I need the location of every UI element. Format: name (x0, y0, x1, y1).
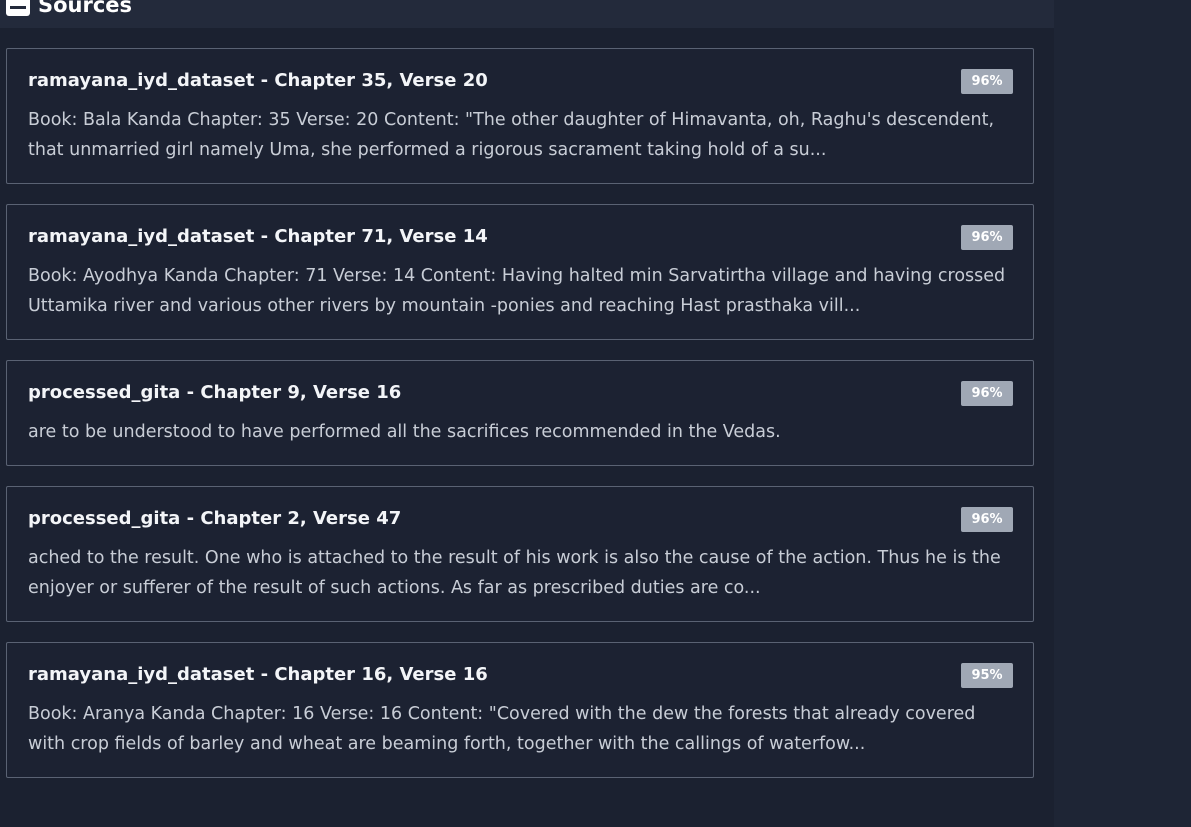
sources-header: Sources (0, 0, 1054, 28)
source-card[interactable]: ramayana_iyd_dataset - Chapter 35, Verse… (6, 48, 1034, 184)
sources-panel: Sources ramayana_iyd_dataset - Chapter 3… (0, 0, 1054, 827)
source-excerpt-line: Book: Ayodhya Kanda Chapter: 71 Verse: 1… (28, 266, 1006, 286)
source-excerpt-line: Book: Aranya Kanda Chapter: 16 Verse: 16… (28, 704, 976, 724)
relevance-badge: 96% (961, 507, 1013, 532)
source-excerpt-line: with crop fields of barley and wheat are… (28, 734, 866, 754)
source-card[interactable]: ramayana_iyd_dataset - Chapter 71, Verse… (6, 204, 1034, 340)
source-title: ramayana_iyd_dataset - Chapter 35, Verse… (28, 70, 488, 91)
source-excerpt-line: are to be understood to have performed a… (28, 422, 781, 442)
source-excerpt: Book: Ayodhya Kanda Chapter: 71 Verse: 1… (28, 261, 1012, 321)
source-excerpt-line: Book: Bala Kanda Chapter: 35 Verse: 20 C… (28, 110, 995, 130)
source-list: ramayana_iyd_dataset - Chapter 35, Verse… (6, 48, 1034, 798)
source-card[interactable]: processed_gita - Chapter 9, Verse 16 96%… (6, 360, 1034, 466)
source-excerpt-line: enjoyer or sufferer of the result of suc… (28, 578, 761, 598)
sources-title: Sources (38, 0, 133, 17)
relevance-badge: 95% (961, 663, 1013, 688)
source-excerpt: are to be understood to have performed a… (28, 417, 1012, 447)
book-icon (6, 0, 30, 16)
source-title: processed_gita - Chapter 9, Verse 16 (28, 382, 402, 403)
source-excerpt: ached to the result. One who is attached… (28, 543, 1012, 603)
source-excerpt: Book: Bala Kanda Chapter: 35 Verse: 20 C… (28, 105, 1012, 165)
source-excerpt-line: that unmarried girl namely Uma, she perf… (28, 140, 827, 160)
source-excerpt: Book: Aranya Kanda Chapter: 16 Verse: 16… (28, 699, 1012, 759)
relevance-badge: 96% (961, 69, 1013, 94)
relevance-badge: 96% (961, 381, 1013, 406)
source-excerpt-line: ached to the result. One who is attached… (28, 548, 1001, 568)
source-title: ramayana_iyd_dataset - Chapter 71, Verse… (28, 226, 488, 247)
source-title: processed_gita - Chapter 2, Verse 47 (28, 508, 402, 529)
source-excerpt-line: Uttamika river and various other rivers … (28, 296, 861, 316)
relevance-badge: 96% (961, 225, 1013, 250)
source-card[interactable]: ramayana_iyd_dataset - Chapter 16, Verse… (6, 642, 1034, 778)
right-panel (1054, 0, 1191, 827)
source-title: ramayana_iyd_dataset - Chapter 16, Verse… (28, 664, 488, 685)
source-card[interactable]: processed_gita - Chapter 2, Verse 47 96%… (6, 486, 1034, 622)
